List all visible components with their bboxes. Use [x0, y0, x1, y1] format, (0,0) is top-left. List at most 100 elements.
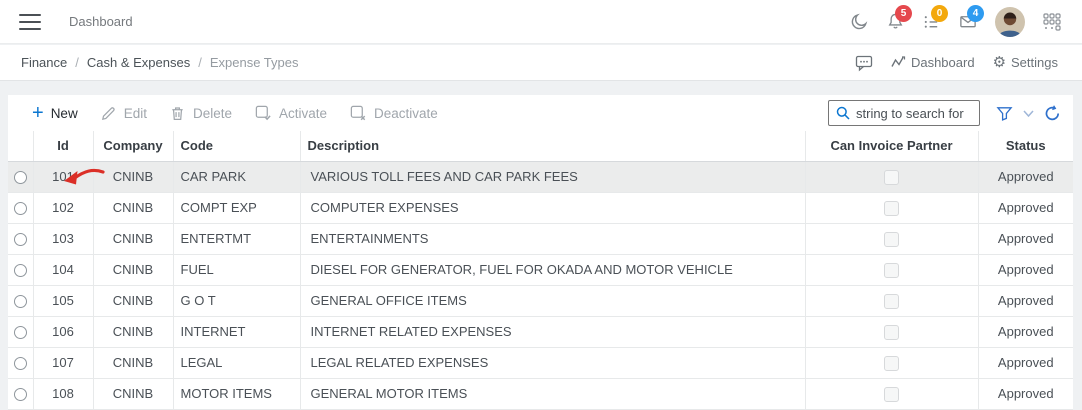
- delete-button[interactable]: Delete: [158, 105, 243, 122]
- header-code[interactable]: Code: [172, 131, 300, 162]
- cell-description: INTERNET RELATED EXPENSES: [299, 315, 805, 347]
- row-select-radio[interactable]: [13, 388, 27, 402]
- cell-code: COMPT EXP: [172, 191, 300, 223]
- cell-code: MOTOR ITEMS: [172, 377, 300, 409]
- table-row[interactable]: 106 CNINB INTERNET INTERNET RELATED EXPE…: [8, 315, 1073, 347]
- tasks-button[interactable]: 0: [922, 5, 948, 31]
- table-row[interactable]: 107 CNINB LEGAL LEGAL RELATED EXPENSES A…: [8, 346, 1073, 378]
- messages-button[interactable]: 4: [958, 5, 984, 31]
- table-row[interactable]: 101 CNINB CAR PARK VARIOUS TOLL FEES AND…: [8, 161, 1073, 192]
- cell-code: FUEL: [172, 253, 300, 285]
- can-invoice-partner-checkbox: [884, 355, 899, 371]
- tasks-badge: 0: [931, 5, 948, 22]
- cell-id: 107: [32, 346, 93, 378]
- deactivate-button-label: Deactivate: [374, 105, 438, 121]
- apps-grid-icon: [1043, 12, 1061, 31]
- header-id[interactable]: Id: [32, 131, 93, 162]
- row-select-radio[interactable]: [13, 202, 27, 216]
- header-description[interactable]: Description: [299, 131, 805, 162]
- row-select-radio[interactable]: [13, 326, 27, 340]
- user-avatar[interactable]: [995, 6, 1025, 37]
- cell-description: COMPUTER EXPENSES: [299, 191, 805, 223]
- cell-id: 102: [32, 191, 93, 223]
- cell-status: Approved: [977, 315, 1073, 347]
- breadcrumb: Finance / Cash & Expenses / Expense Type…: [21, 55, 299, 70]
- breadcrumb-separator: /: [198, 55, 202, 70]
- settings-link[interactable]: ⚙ Settings: [993, 55, 1058, 70]
- expense-types-grid-card: + New Edit Delete Activate Deactivate st…: [8, 95, 1073, 410]
- cell-status: Approved: [977, 191, 1073, 223]
- cell-description: GENERAL OFFICE ITEMS: [299, 284, 805, 316]
- activate-button-label: Activate: [279, 105, 328, 121]
- trash-icon: [172, 106, 183, 120]
- cell-company: CNINB: [92, 253, 173, 285]
- apps-grid-button[interactable]: [1042, 12, 1062, 32]
- activate-button[interactable]: Activate: [243, 104, 338, 122]
- settings-link-label: Settings: [1011, 55, 1058, 70]
- table-row[interactable]: 104 CNINB FUEL DIESEL FOR GENERATOR, FUE…: [8, 253, 1073, 285]
- activate-icon: [255, 105, 271, 121]
- cell-description: LEGAL RELATED EXPENSES: [299, 346, 805, 378]
- menu-toggle-icon[interactable]: [19, 13, 41, 30]
- breadcrumb-actions: Dashboard ⚙ Settings: [855, 54, 1082, 72]
- dashboard-link-label: Dashboard: [910, 55, 975, 70]
- cell-company: CNINB: [92, 315, 173, 347]
- edit-button-label: Edit: [123, 105, 147, 121]
- new-button-label: New: [50, 105, 78, 121]
- filter-chevron-icon[interactable]: [1023, 109, 1034, 118]
- cell-status: Approved: [977, 284, 1073, 316]
- header-select: [8, 131, 33, 162]
- header-status[interactable]: Status: [977, 131, 1073, 162]
- notifications-button[interactable]: 5: [886, 5, 912, 31]
- breadcrumb-item-expense-types: Expense Types: [209, 55, 299, 70]
- dashboard-link[interactable]: Dashboard: [891, 55, 975, 70]
- filter-icon[interactable]: [996, 105, 1013, 122]
- header-company[interactable]: Company: [92, 131, 173, 162]
- breadcrumb-item-finance[interactable]: Finance: [21, 55, 67, 70]
- pencil-icon: [101, 106, 115, 120]
- notification-badge: 5: [895, 5, 912, 22]
- cell-status: Approved: [977, 161, 1073, 192]
- chat-icon[interactable]: [855, 54, 873, 72]
- table-row[interactable]: 105 CNINB G O T GENERAL OFFICE ITEMS App…: [8, 284, 1073, 316]
- refresh-icon[interactable]: [1044, 104, 1061, 122]
- cell-company: CNINB: [92, 161, 173, 192]
- search-box: [828, 100, 980, 126]
- table-row[interactable]: 103 CNINB ENTERTMT ENTERTAINMENTS Approv…: [8, 222, 1073, 254]
- table-body: 101 CNINB CAR PARK VARIOUS TOLL FEES AND…: [8, 161, 1073, 410]
- cell-id: 106: [32, 315, 93, 347]
- breadcrumb-item-cash-expenses[interactable]: Cash & Expenses: [87, 55, 190, 70]
- can-invoice-partner-checkbox: [884, 169, 899, 185]
- row-select-radio[interactable]: [13, 233, 27, 247]
- dark-mode-toggle[interactable]: [850, 12, 869, 31]
- cell-id: 105: [32, 284, 93, 316]
- table-header-row: Id Company Code Description Can Invoice …: [8, 131, 1073, 162]
- messages-badge: 4: [967, 5, 984, 22]
- can-invoice-partner-checkbox: [884, 386, 899, 402]
- row-select-radio[interactable]: [13, 264, 27, 278]
- table-row[interactable]: 108 CNINB MOTOR ITEMS GENERAL MOTOR ITEM…: [8, 377, 1073, 409]
- header-can-invoice-partner[interactable]: Can Invoice Partner: [804, 131, 978, 162]
- cell-code: ENTERTMT: [172, 222, 300, 254]
- deactivate-icon: [350, 105, 366, 121]
- chart-line-icon: [891, 56, 906, 67]
- can-invoice-partner-checkbox: [884, 200, 899, 216]
- cell-id: 101: [32, 161, 93, 192]
- can-invoice-partner-checkbox: [884, 262, 899, 278]
- new-button[interactable]: + New: [21, 102, 89, 124]
- row-select-radio[interactable]: [13, 295, 27, 309]
- row-select-radio[interactable]: [13, 357, 27, 371]
- edit-button[interactable]: Edit: [89, 105, 158, 122]
- row-select-radio[interactable]: [13, 171, 27, 185]
- cell-id: 108: [32, 377, 93, 409]
- cell-id: 103: [32, 222, 93, 254]
- cell-description: DIESEL FOR GENERATOR, FUEL FOR OKADA AND…: [299, 253, 805, 285]
- plus-icon: +: [32, 102, 44, 124]
- cell-code: G O T: [172, 284, 300, 316]
- grid-toolbar: + New Edit Delete Activate Deactivate: [8, 95, 1073, 131]
- breadcrumb-bar: Finance / Cash & Expenses / Expense Type…: [0, 45, 1082, 81]
- table-row[interactable]: 102 CNINB COMPT EXP COMPUTER EXPENSES Ap…: [8, 191, 1073, 223]
- deactivate-button[interactable]: Deactivate: [338, 104, 449, 122]
- search-input[interactable]: [856, 105, 974, 121]
- top-navbar: Dashboard 5 0 4: [0, 0, 1082, 44]
